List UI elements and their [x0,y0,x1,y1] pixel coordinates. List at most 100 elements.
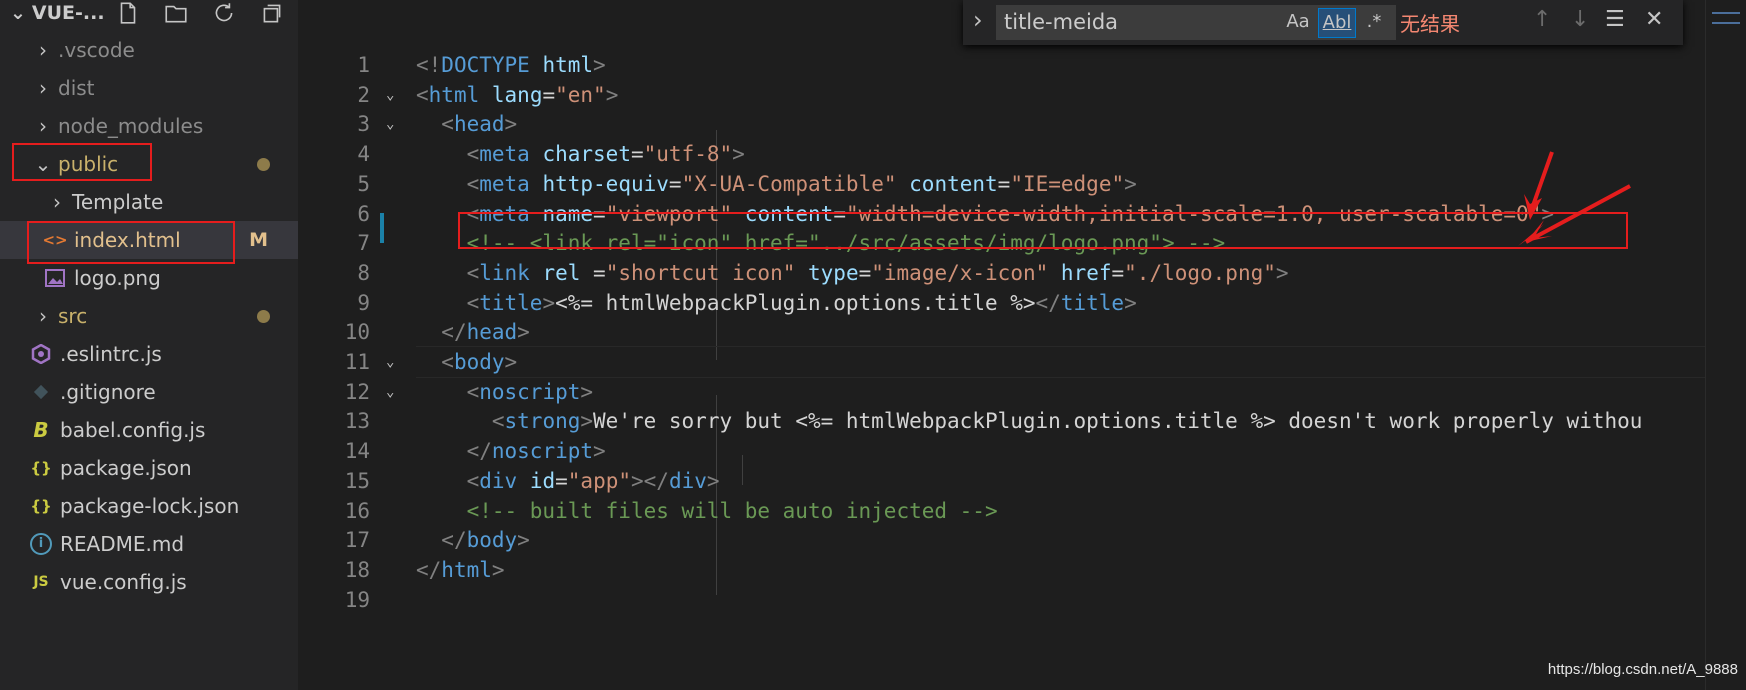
ruler-mark [1712,22,1740,24]
close-icon[interactable]: ✕ [1645,7,1663,32]
tree-item-dist[interactable]: › dist [0,69,298,107]
code-token: DOCTYPE [441,53,530,77]
tree-item-babel-config[interactable]: B babel.config.js [0,411,298,449]
code-token: </ [1035,290,1061,315]
code-line[interactable]: 18 </html> [298,554,1708,587]
code-token: < [466,379,480,404]
code-token: > [517,528,530,553]
collapse-chevron-icon[interactable]: ⌄ [10,2,26,24]
new-file-icon[interactable] [115,0,141,26]
code-token: = [542,82,556,107]
code-text: <div id="app"></div> [416,465,720,498]
new-folder-icon[interactable] [163,0,189,26]
tree-item-label: README.md [60,532,185,556]
code-token: = [580,260,606,285]
tree-item-label: babel.config.js [60,418,206,442]
code-line[interactable]: 13 <strong>We're sorry but <%= htmlWebpa… [298,405,1708,438]
tree-item-vscode[interactable]: › .vscode [0,31,298,69]
code-token: head [466,320,518,345]
code-token: "en" [555,82,606,107]
code-line[interactable]: 9 <title><%= htmlWebpackPlugin.options.t… [298,287,1708,320]
tree-item-package-lock-json[interactable]: {} package-lock.json [0,487,298,525]
regex-toggle[interactable]: .* [1359,8,1389,36]
chevron-right-icon: › [39,304,47,328]
code-line[interactable]: 17 </body> [298,524,1708,557]
tree-item-src[interactable]: › src [0,297,298,335]
previous-match-arrow-icon[interactable]: ↑ [1533,7,1551,32]
code-token: html [542,53,594,77]
collapse-all-icon[interactable] [259,0,285,26]
code-line[interactable]: 8 <link rel ="shortcut icon" type="image… [298,257,1708,290]
tree-item-gitignore[interactable]: .gitignore [0,373,298,411]
overview-ruler[interactable] [1705,0,1746,690]
code-text: </noscript> [416,435,606,468]
whole-word-toggle[interactable]: Abl [1318,8,1356,38]
code-text: <!-- built files will be auto injected -… [416,495,998,528]
modified-dot [257,157,270,171]
info-glyph: i [30,533,52,555]
code-line[interactable]: 3 ⌄ <head> [298,108,1708,141]
code-line[interactable]: 19 [298,584,1708,617]
code-token: "./logo.png" [1124,260,1276,285]
git-icon [30,384,52,400]
refresh-icon[interactable] [211,0,237,26]
eslint-icon [30,344,52,364]
fold-chevron-icon[interactable]: ⌄ [386,376,394,409]
chevron-right-icon: › [53,190,61,214]
annotation-box-index-html [27,221,235,264]
code-token: body [466,528,518,553]
code-text: <link rel ="shortcut icon" type="image/x… [416,257,1289,290]
toggle-replace-chevron-icon[interactable]: › [973,6,983,34]
tree-item-template[interactable]: › Template [0,183,298,221]
code-line[interactable]: 14 </noscript> [298,435,1708,468]
code-line[interactable]: 2 ⌄ <html lang="en"> [298,79,1708,112]
tree-item-eslintrc[interactable]: .eslintrc.js [0,335,298,373]
fold-chevron-icon[interactable]: ⌄ [386,346,394,379]
line-number: 16 [344,498,370,523]
code-text: <noscript> [416,376,593,409]
code-token: = [630,142,644,167]
code-token: > [1124,171,1137,196]
code-token: id [529,468,556,493]
fold-chevron-icon[interactable]: ⌄ [386,108,394,141]
code-text: <head> [416,108,517,141]
tree-item-readme[interactable]: i README.md [0,525,298,563]
code-text: </html> [416,554,505,587]
find-in-selection-icon[interactable]: ☰ [1605,7,1625,32]
match-case-toggle[interactable]: Aa [1283,8,1313,36]
code-token: > [706,468,720,493]
code-line[interactable]: 11 ⌄ <body> [298,346,1708,379]
tree-item-label: dist [58,76,95,100]
code-line[interactable]: 15 <div id="app"></div> [298,465,1708,498]
line-number: 9 [357,290,370,315]
code-token: "app" [567,468,631,493]
code-token: noscript [491,439,594,464]
code-editor[interactable]: 1 <!DOCTYPE html> 2 ⌄ <html lang="en"> 3 ⌄ <he… [298,0,1746,690]
code-line[interactable]: 16 <!-- built files will be auto injecte… [298,495,1708,528]
tree-item-package-json[interactable]: {} package.json [0,449,298,487]
line-number: 1 [357,53,370,77]
code-line[interactable]: 10 </head> [298,316,1708,349]
code-line[interactable]: 1 <!DOCTYPE html> [298,49,1708,82]
code-line[interactable]: 12 ⌄ <noscript> [298,376,1708,409]
code-token: strong [504,409,581,434]
tree-item-label: node_modules [58,114,204,138]
tree-item-node-modules[interactable]: › node_modules [0,107,298,145]
fold-chevron-icon[interactable]: ⌄ [386,79,394,112]
line-number: 7 [357,231,370,256]
tree-item-vue-config[interactable]: JS vue.config.js [0,563,298,601]
next-match-arrow-icon[interactable]: ↓ [1571,7,1589,32]
tree-item-logo-png[interactable]: logo.png [0,259,298,297]
code-token: </ [466,439,492,464]
code-token: > [504,112,518,137]
code-token: > [593,53,606,77]
